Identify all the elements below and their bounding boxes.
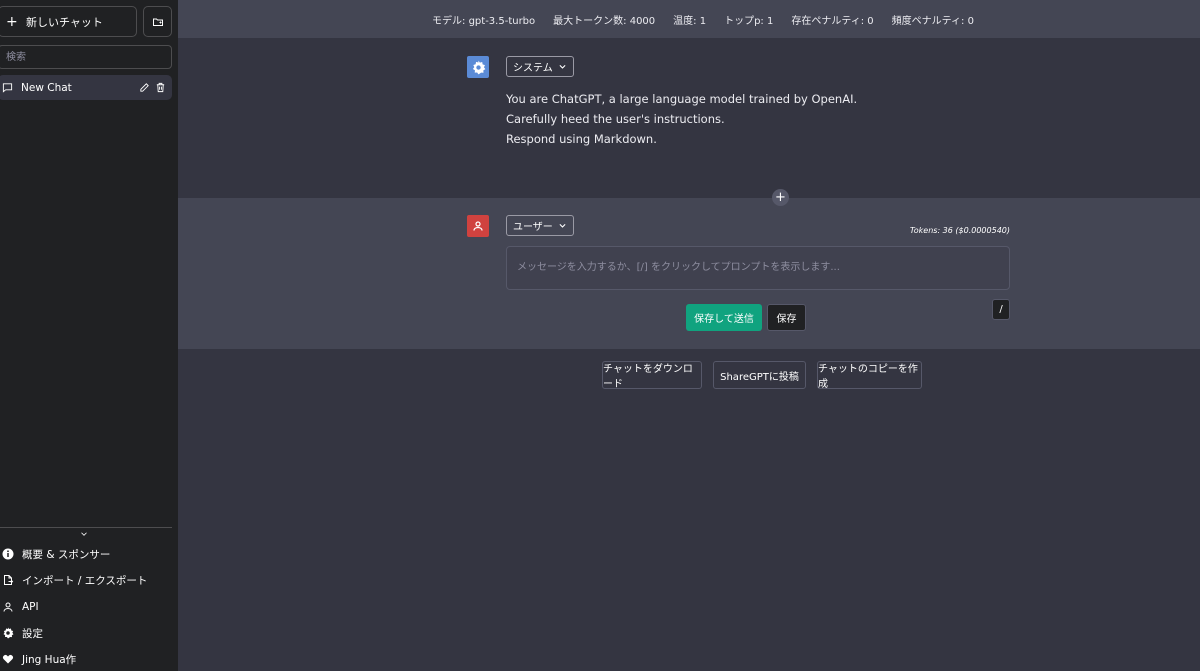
user-role-select[interactable]: ユーザー	[506, 215, 574, 236]
system-avatar	[467, 56, 489, 78]
system-text-line: You are ChatGPT, a large language model …	[506, 92, 858, 106]
system-role-select[interactable]: システム	[506, 56, 574, 77]
chat-bubble-icon	[2, 83, 13, 93]
folder-plus-icon	[152, 18, 163, 26]
file-export-icon	[1, 573, 15, 587]
person-icon	[473, 221, 483, 231]
token-count: Tokens: 36 ($0.0000540)	[909, 226, 1010, 235]
edit-icon[interactable]	[139, 82, 150, 93]
sidebar: + 新しいチャット New Chat 概要 & スポンサー	[0, 0, 178, 671]
share-gpt-button[interactable]: ShareGPTに投稿	[713, 361, 806, 389]
presence-penalty-info: 存在ペナルティ: 0	[791, 15, 874, 27]
save-and-send-button[interactable]: 保存して送信	[686, 304, 762, 331]
frequency-penalty-info: 頻度ペナルティ: 0	[891, 15, 974, 27]
save-button[interactable]: 保存	[767, 304, 806, 331]
new-folder-button[interactable]	[143, 6, 172, 37]
download-chat-button[interactable]: チャットをダウンロード	[602, 361, 702, 390]
gear-icon	[1, 626, 15, 640]
menu-item-label: 設定	[22, 627, 43, 640]
gear-icon	[472, 60, 485, 74]
heart-icon	[1, 652, 15, 666]
temperature-info: 温度: 1	[673, 15, 707, 27]
chevron-down-icon	[559, 64, 566, 69]
search-input[interactable]	[0, 45, 172, 69]
model-info: モデル: gpt-3.5-turbo	[432, 15, 536, 27]
menu-item-author[interactable]: Jing Hua作	[0, 649, 172, 669]
menu-item-label: 概要 & スポンサー	[22, 548, 111, 561]
system-text-line: Carefully heed the user's instructions.	[506, 112, 725, 126]
menu-item-import-export[interactable]: インポート / エクスポート	[0, 570, 172, 590]
user-avatar	[467, 215, 489, 237]
menu-item-settings[interactable]: 設定	[0, 623, 172, 643]
info-icon	[1, 547, 15, 561]
menu-item-label: インポート / エクスポート	[22, 574, 148, 587]
menu-item-about[interactable]: 概要 & スポンサー	[0, 544, 172, 564]
role-label: システム	[513, 63, 553, 74]
config-bar[interactable]: モデル: gpt-3.5-turbo 最大トークン数: 4000 温度: 1 ト…	[178, 0, 1200, 38]
chevron-down-icon	[559, 223, 566, 228]
role-label: ユーザー	[513, 222, 553, 233]
sidebar-divider	[0, 527, 172, 528]
copy-chat-button[interactable]: チャットのコピーを作成	[817, 361, 922, 390]
system-message-text[interactable]: You are ChatGPT, a large language model …	[506, 89, 857, 149]
prompt-slash-button[interactable]: /	[992, 299, 1010, 320]
plus-icon: +	[775, 190, 786, 205]
add-message-button[interactable]: +	[772, 189, 789, 206]
menu-item-label: Jing Hua作	[22, 653, 77, 666]
system-text-line: Respond using Markdown.	[506, 132, 657, 146]
person-icon	[1, 600, 15, 614]
message-input[interactable]	[506, 246, 1010, 290]
top-p-info: トップp: 1	[724, 15, 774, 27]
new-chat-label: 新しいチャット	[26, 15, 103, 29]
max-tokens-info: 最大トークン数: 4000	[553, 15, 656, 27]
menu-item-api[interactable]: API	[0, 597, 172, 617]
menu-item-label: API	[22, 601, 39, 613]
chevron-down-icon[interactable]	[79, 529, 89, 539]
new-chat-button[interactable]: + 新しいチャット	[0, 6, 137, 37]
trash-icon[interactable]	[155, 82, 166, 93]
sidebar-chat-item[interactable]: New Chat	[0, 75, 172, 100]
plus-icon: +	[6, 13, 18, 30]
chat-item-label: New Chat	[21, 81, 72, 94]
